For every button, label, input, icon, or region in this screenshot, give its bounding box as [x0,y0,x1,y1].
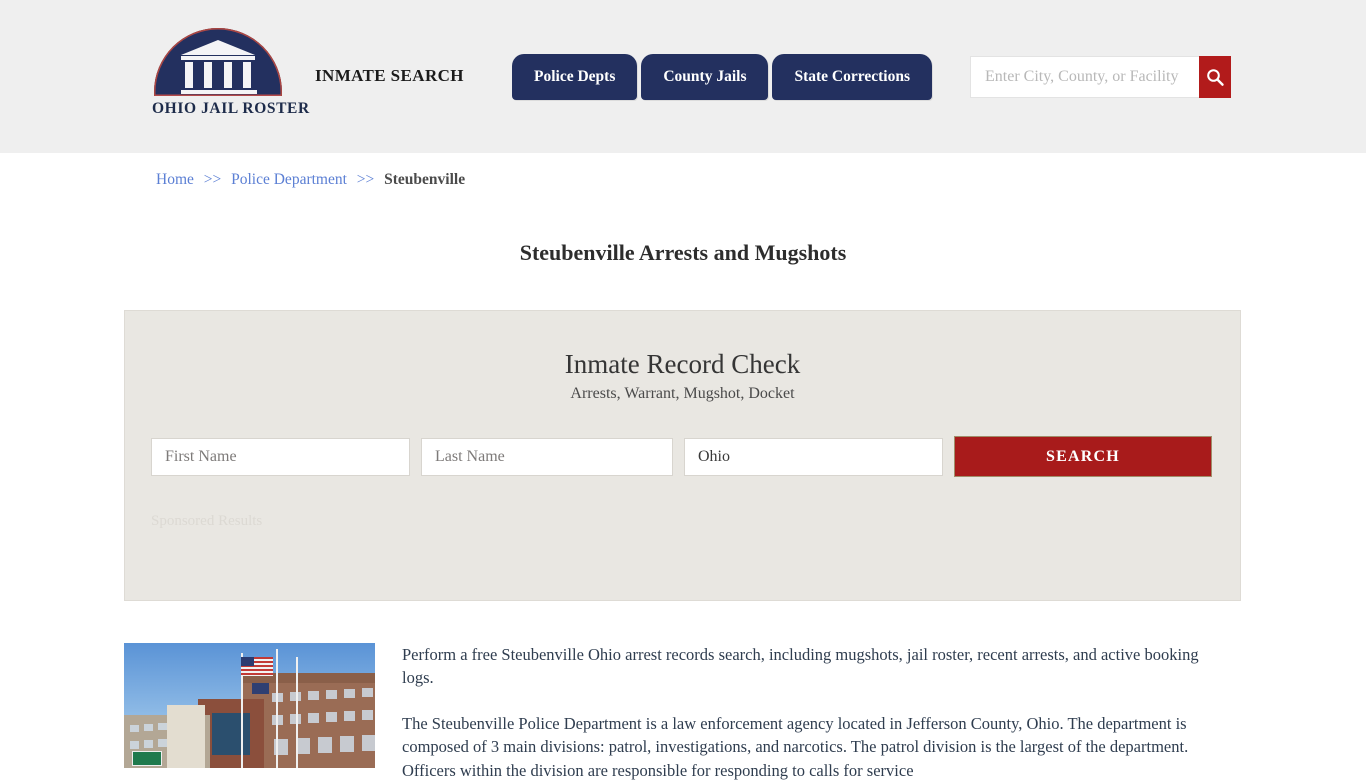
article-body: Perform a free Steubenville Ohio arrest … [402,643,1224,782]
article-paragraph-2: The Steubenville Police Department is a … [402,713,1189,780]
inmate-record-check-card: Inmate Record Check Arrests, Warrant, Mu… [124,310,1241,601]
courthouse-dome-icon [154,28,282,96]
site-header: OHIO JAIL ROSTER INMATE SEARCH Police De… [0,0,1366,153]
police-department-photo [124,643,375,768]
card-subtitle: Arrests, Warrant, Mugshot, Docket [570,385,795,402]
card-title: Inmate Record Check [564,349,801,379]
content-row: Perform a free Steubenville Ohio arrest … [124,643,1241,782]
sponsored-results-label: Sponsored Results [151,513,263,529]
breadcrumb-separator-1: >> [203,171,222,188]
breadcrumb-separator-2: >> [356,171,375,188]
nav-tab-county-jails[interactable]: County Jails [641,54,769,100]
page-title: Steubenville Arrests and Mugshots [519,239,847,265]
last-name-input[interactable] [421,437,673,476]
site-tagline: INMATE SEARCH [315,66,464,85]
header-search-button[interactable] [1199,56,1231,98]
first-name-input[interactable] [151,437,410,476]
nav-tab-state-corrections[interactable]: State Corrections [772,54,932,100]
street-sign [132,751,162,766]
breadcrumb-link-home[interactable]: Home [156,171,194,188]
header-search-input[interactable] [970,56,1199,98]
breadcrumb: Home >> Police Department >> Steubenvill… [156,171,465,189]
header-search [970,56,1231,98]
breadcrumb-current: Steubenville [384,171,466,188]
site-logo[interactable]: OHIO JAIL ROSTER [152,28,310,124]
state-select[interactable]: Ohio [684,437,943,476]
main-navigation: Police Depts County Jails State Correcti… [512,54,932,100]
nav-tab-police-depts[interactable]: Police Depts [512,54,638,100]
logo-text: OHIO JAIL ROSTER [152,100,310,117]
search-icon [1205,67,1225,87]
article-paragraph-1: Perform a free Steubenville Ohio arrest … [402,645,1199,688]
search-button[interactable]: SEARCH [954,436,1212,477]
inmate-search-form: Ohio SEARCH [125,436,1240,477]
breadcrumb-link-police-department[interactable]: Police Department [231,171,347,188]
